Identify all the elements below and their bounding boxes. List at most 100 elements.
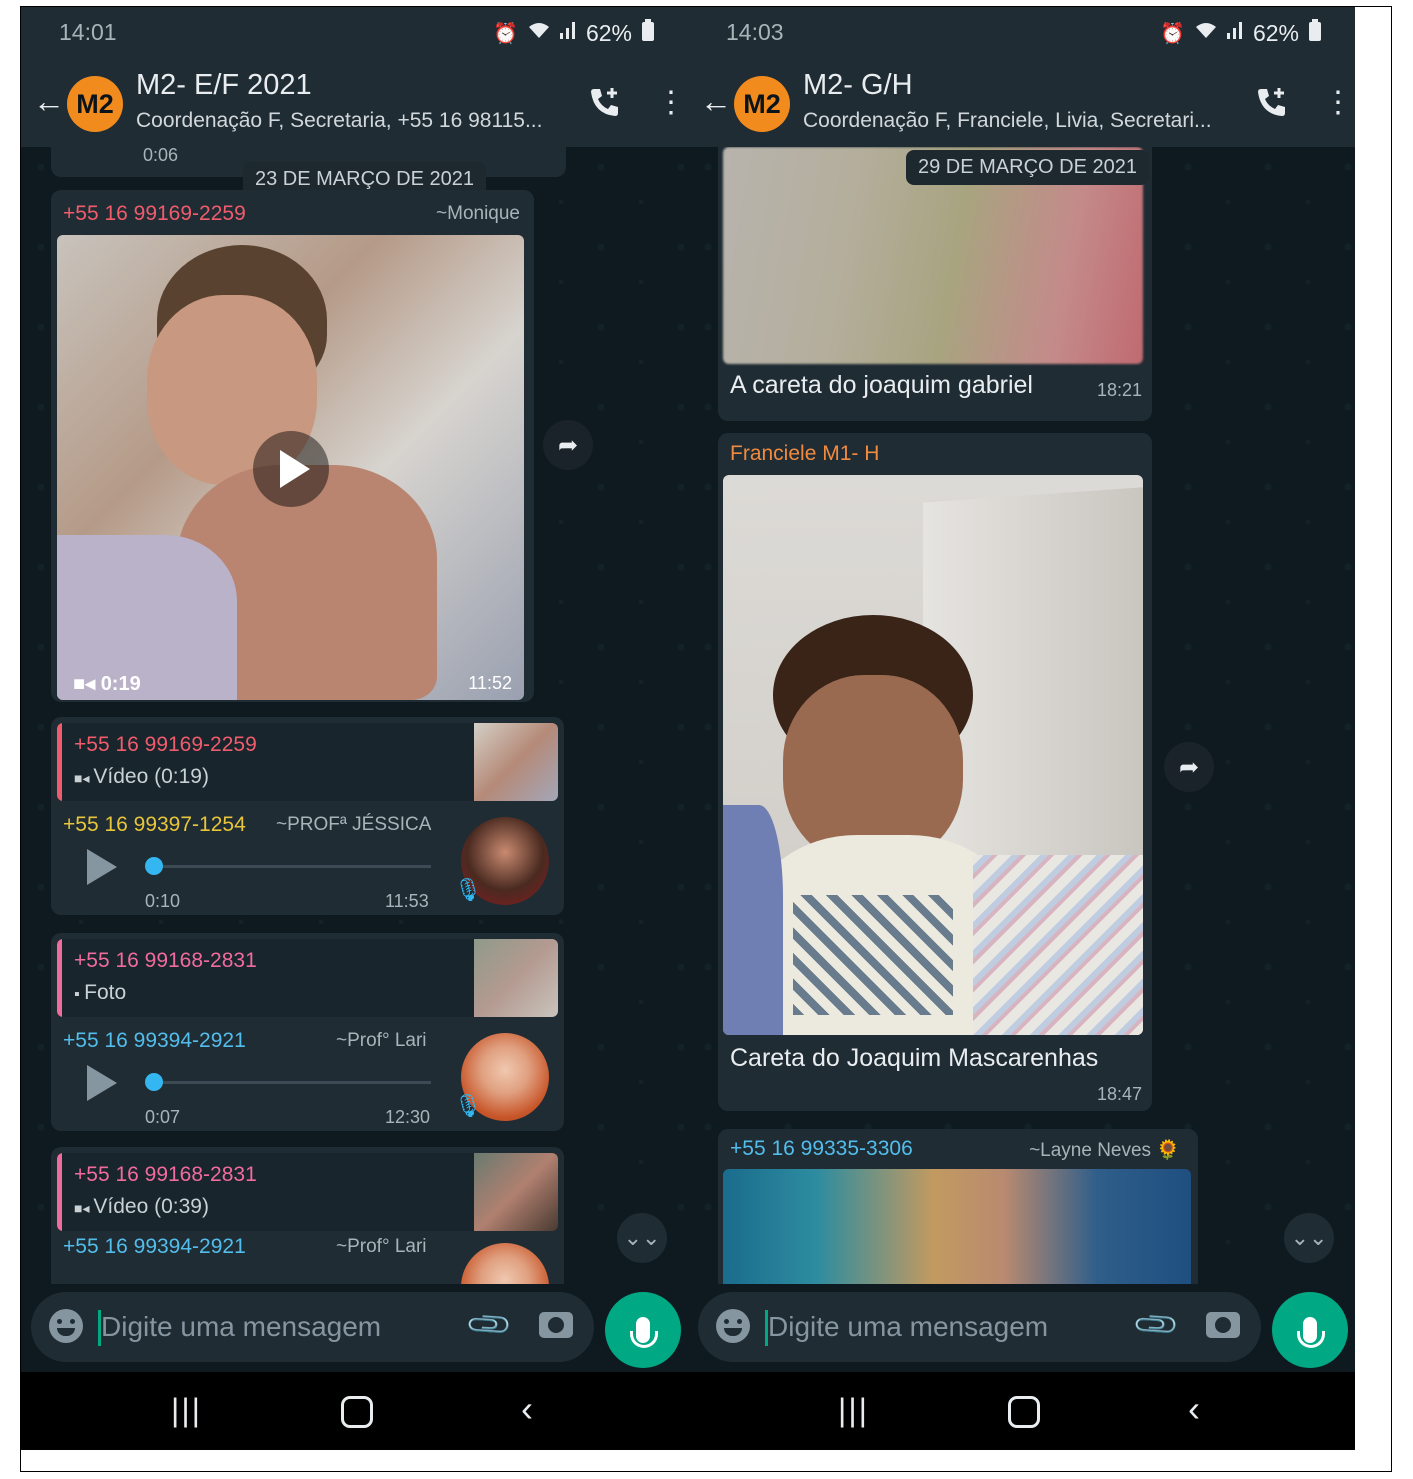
- image-message-bubble[interactable]: Franciele M1- H Careta do Joaquim Mascar…: [718, 433, 1152, 1111]
- chat-header[interactable]: ← M2 M2- E/F 2021 Coordenação F, Secreta…: [21, 57, 688, 147]
- message-sender[interactable]: +55 16 99394-2921: [63, 1235, 246, 1259]
- message-sender[interactable]: +55 16 99169-2259: [63, 202, 246, 226]
- voice-track[interactable]: [151, 1081, 431, 1084]
- recent-apps-button[interactable]: |||: [171, 1392, 202, 1429]
- image-message-bubble[interactable]: +55 16 99335-3306 ~Layne Neves 🌻: [718, 1129, 1198, 1284]
- shirt-print: [793, 895, 953, 1015]
- quote-type: ■◂ Vídeo (0:39): [74, 1195, 209, 1218]
- voice-duration: 0:10: [145, 891, 181, 911]
- attach-icon[interactable]: 📎: [1131, 1300, 1182, 1351]
- reply-message-bubble[interactable]: +55 16 99168-2831 ■◂ Vídeo (0:39) +55 16…: [51, 1147, 564, 1284]
- back-arrow-icon[interactable]: ←: [33, 83, 65, 120]
- message-alias: ~Monique: [436, 203, 520, 224]
- forward-icon[interactable]: ➦: [543, 420, 593, 470]
- system-nav-bar: ||| ‹: [21, 1372, 688, 1450]
- quoted-message[interactable]: +55 16 99168-2831 ■◂ Vídeo (0:39): [57, 1153, 558, 1231]
- pillow: [723, 805, 783, 1035]
- group-avatar[interactable]: M2: [734, 76, 790, 132]
- image-message-bubble[interactable]: A careta do joaquim gabriel 18:21: [718, 147, 1152, 421]
- message-input[interactable]: Digite uma mensagem 📎: [698, 1292, 1261, 1362]
- message-time: 11:52: [468, 673, 512, 693]
- voice-duration: 0:07: [145, 1107, 181, 1127]
- message-placeholder[interactable]: Digite uma mensagem: [101, 1311, 381, 1343]
- image-thumbnail[interactable]: [723, 1169, 1191, 1284]
- group-avatar[interactable]: M2: [67, 76, 123, 132]
- video-duration: 0:19: [100, 673, 141, 695]
- message-input[interactable]: Digite uma mensagem 📎: [31, 1292, 594, 1362]
- blanket: [973, 855, 1143, 1035]
- camera-icon[interactable]: [539, 1312, 573, 1338]
- signal-icon: [1226, 21, 1243, 45]
- chat-header[interactable]: ← M2 M2- G/H Coordenação F, Franciele, L…: [688, 57, 1355, 147]
- message-sender[interactable]: +55 16 99397-1254: [63, 813, 246, 837]
- message-alias: ~Layne Neves 🌻: [1029, 1140, 1180, 1161]
- scroll-down-icon[interactable]: ⌄⌄: [617, 1213, 667, 1263]
- message-sender[interactable]: +55 16 99335-3306: [730, 1137, 913, 1161]
- quoted-message[interactable]: +55 16 99168-2831 ▪ Foto: [57, 939, 558, 1017]
- mic-icon: 🎙: [454, 877, 482, 902]
- image-caption: Careta do Joaquim Mascarenhas: [730, 1044, 1099, 1072]
- nav-back-button[interactable]: ‹: [1188, 1388, 1200, 1430]
- reply-message-bubble[interactable]: +55 16 99168-2831 ▪ Foto +55 16 99394-29…: [51, 933, 564, 1131]
- mic-icon: 🎙: [454, 1093, 482, 1118]
- mic-icon: [1297, 1317, 1325, 1348]
- quoted-message[interactable]: +55 16 99169-2259 ■◂ Vídeo (0:19): [57, 723, 558, 801]
- message-placeholder[interactable]: Digite uma mensagem: [768, 1311, 1048, 1343]
- message-time: 18:21: [1096, 380, 1142, 400]
- phone-left: 14:01 ⏰ 62% ← M2 M2- E/F 2021 Coordenaçã…: [21, 7, 688, 1450]
- quote-thumbnail: [474, 1153, 558, 1231]
- video-thumbnail[interactable]: ■◂ 0:19 11:52: [57, 235, 524, 700]
- status-bar: 14:01 ⏰ 62%: [21, 7, 688, 57]
- recent-apps-button[interactable]: |||: [838, 1392, 869, 1429]
- voice-track[interactable]: [151, 865, 431, 868]
- image-thumbnail[interactable]: [723, 475, 1143, 1035]
- play-icon[interactable]: [87, 849, 117, 885]
- home-button[interactable]: [341, 1396, 373, 1428]
- chat-area[interactable]: A careta do joaquim gabriel 18:21 29 DE …: [688, 147, 1355, 1284]
- message-alias: ~Prof° Lari: [336, 1030, 427, 1051]
- attach-icon[interactable]: 📎: [464, 1300, 515, 1351]
- video-duration-row: ■◂ 0:19: [73, 671, 141, 696]
- status-icons: ⏰ 62%: [1160, 19, 1321, 47]
- wifi-icon: [528, 21, 550, 45]
- back-arrow-icon[interactable]: ←: [700, 83, 732, 120]
- video-message-bubble[interactable]: +55 16 99169-2259 ~Monique ■◂ 0:19 11:52: [51, 190, 534, 702]
- scroll-down-icon[interactable]: ⌄⌄: [1284, 1213, 1334, 1263]
- emoji-icon[interactable]: [716, 1309, 750, 1343]
- camera-icon[interactable]: [1206, 1312, 1240, 1338]
- quote-bar: [57, 939, 62, 1017]
- message-alias: ~PROFª JÉSSICA: [276, 814, 432, 835]
- add-call-icon[interactable]: [1255, 85, 1289, 124]
- message-sender[interactable]: +55 16 99394-2921: [63, 1029, 246, 1053]
- message-sender[interactable]: Franciele M1- H: [730, 442, 879, 466]
- group-participants[interactable]: Coordenação F, Secretaria, +55 16 98115.…: [136, 109, 556, 133]
- mic-button[interactable]: [1272, 1292, 1348, 1368]
- alarm-icon: ⏰: [493, 22, 518, 45]
- emoji-icon[interactable]: [49, 1309, 83, 1343]
- sender-avatar[interactable]: [461, 1243, 549, 1284]
- status-bar: 14:03 ⏰ 62%: [688, 7, 1355, 57]
- chat-area[interactable]: 0:06 23 DE MARÇO DE 2021 +55 16 99169-22…: [21, 147, 688, 1284]
- mic-button[interactable]: [605, 1292, 681, 1368]
- voice-seek-handle[interactable]: [145, 1073, 163, 1091]
- add-call-icon[interactable]: [588, 85, 622, 124]
- home-button[interactable]: [1008, 1396, 1040, 1428]
- reply-message-bubble[interactable]: +55 16 99169-2259 ■◂ Vídeo (0:19) +55 16…: [51, 717, 564, 915]
- message-input-bar: Digite uma mensagem 📎: [21, 1284, 688, 1372]
- more-vert-icon[interactable]: ⋮: [656, 85, 686, 120]
- quote-sender: +55 16 99169-2259: [74, 733, 257, 756]
- voice-seek-handle[interactable]: [145, 857, 163, 875]
- system-nav-bar: ||| ‹: [688, 1372, 1355, 1450]
- play-icon[interactable]: [253, 431, 329, 507]
- battery-icon: [1309, 19, 1321, 47]
- group-participants[interactable]: Coordenação F, Franciele, Livia, Secreta…: [803, 109, 1223, 133]
- nav-back-button[interactable]: ‹: [521, 1388, 533, 1430]
- group-title[interactable]: M2- G/H: [803, 69, 913, 102]
- phone-right: 14:03 ⏰ 62% ← M2 M2- G/H Coordenação F, …: [688, 7, 1355, 1450]
- quote-thumbnail: [474, 939, 558, 1017]
- group-title[interactable]: M2- E/F 2021: [136, 69, 312, 102]
- forward-icon[interactable]: ➦: [1164, 742, 1214, 792]
- video-camera-icon: ■◂: [74, 1200, 94, 1216]
- more-vert-icon[interactable]: ⋮: [1323, 85, 1353, 120]
- play-icon[interactable]: [87, 1065, 117, 1101]
